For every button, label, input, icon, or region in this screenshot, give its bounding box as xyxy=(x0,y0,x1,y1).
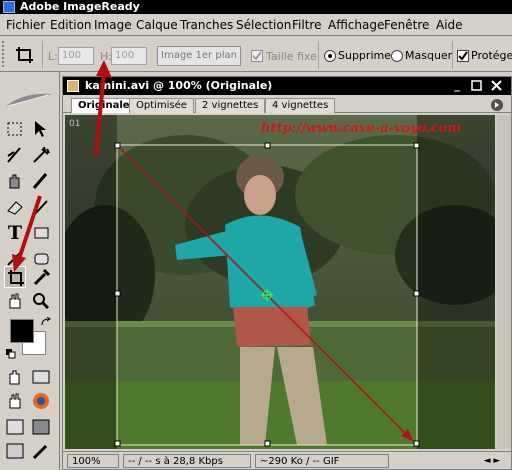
video-frame-image xyxy=(65,115,495,449)
minimize-button[interactable]: _ xyxy=(449,78,465,94)
fixed-size-checkbox[interactable] xyxy=(251,50,263,62)
download-speed-field[interactable]: -- / -- s à 28,8 Kbps xyxy=(123,454,251,468)
menu-filtre[interactable]: Filtre xyxy=(292,18,321,32)
options-grip xyxy=(2,41,6,67)
website-watermark: http://www.cave-a-voyo.com xyxy=(261,121,462,136)
radio-dot xyxy=(328,54,332,58)
tabs-menu-arrow-icon[interactable] xyxy=(491,99,503,111)
marquee-tool-icon[interactable] xyxy=(4,118,26,140)
menu-calque[interactable]: Calque xyxy=(136,18,178,32)
toggle-image-map-icon[interactable] xyxy=(30,366,52,388)
document-title: kamini.avi @ 100% (Originale) xyxy=(85,79,273,92)
zoom-tool-icon[interactable] xyxy=(30,290,52,312)
app-title: Adobe ImageReady xyxy=(20,0,140,13)
feather-logo-icon xyxy=(4,90,54,110)
status-nav-arrows[interactable]: ◄ ► xyxy=(477,454,507,468)
image-map-tool-icon[interactable] xyxy=(4,366,26,388)
delete-radio[interactable] xyxy=(324,50,336,62)
standard-screen-mode-icon[interactable] xyxy=(4,416,26,438)
protect-checkbox[interactable] xyxy=(457,50,469,62)
options-divider xyxy=(318,41,319,69)
tab-4-vignettes[interactable]: 4 vignettes xyxy=(265,98,336,113)
menu-fichier[interactable]: Fichier xyxy=(6,18,45,32)
eyedropper-tool-icon[interactable] xyxy=(30,266,52,288)
tab-optimisee[interactable]: Optimisée xyxy=(129,98,194,113)
menu-edition[interactable]: Edition xyxy=(50,18,92,32)
front-image-button[interactable]: Image 1er plan xyxy=(157,46,241,66)
lasso-tool-icon[interactable] xyxy=(4,144,26,166)
preview-in-browser-icon[interactable] xyxy=(30,390,52,412)
vertical-scrollbar[interactable] xyxy=(497,115,511,449)
tab-2-vignettes[interactable]: 2 vignettes xyxy=(195,98,266,113)
preview-tool-icon[interactable] xyxy=(4,390,26,412)
fixed-size-label: Taille fixe xyxy=(266,50,317,63)
app-title-bar: Adobe ImageReady xyxy=(0,0,512,14)
hand-select-tool-icon[interactable] xyxy=(4,170,26,192)
brush-tool-icon[interactable] xyxy=(30,170,52,192)
close-button[interactable] xyxy=(489,78,505,94)
menu-bar: Fichier Edition Image Calque Tranches Sé… xyxy=(0,14,512,36)
type-tool-icon[interactable]: T xyxy=(4,222,26,244)
crop-tool-icon[interactable] xyxy=(4,266,26,288)
view-tabs: Originale Optimisée 2 vignettes 4 vignet… xyxy=(63,97,511,113)
zoom-level-dropdown[interactable]: 100% xyxy=(67,454,119,468)
magic-wand-tool-icon[interactable] xyxy=(30,144,52,166)
menu-tranches[interactable]: Tranches xyxy=(180,18,233,32)
frame-number-label: 01 xyxy=(69,119,81,129)
menu-selection[interactable]: Sélection xyxy=(236,18,291,32)
foreground-color-swatch[interactable] xyxy=(10,319,34,343)
document-status-bar: 100% -- / -- s à 28,8 Kbps ~290 Ko / -- … xyxy=(63,451,511,469)
tools-palette: T xyxy=(0,72,60,470)
options-divider xyxy=(452,41,453,69)
move-tool-icon[interactable] xyxy=(30,118,52,140)
hide-radio[interactable] xyxy=(391,50,403,62)
maximize-button[interactable] xyxy=(469,78,485,94)
pencil-tool-icon[interactable] xyxy=(30,196,52,218)
document-icon xyxy=(67,80,79,92)
eraser-tool-icon[interactable] xyxy=(4,196,26,218)
menu-fenetre[interactable]: Fenêtre xyxy=(384,18,429,32)
imageready-app-icon xyxy=(3,1,15,13)
menu-aide[interactable]: Aide xyxy=(436,18,463,32)
options-divider xyxy=(42,41,43,69)
width-field[interactable]: 100 xyxy=(58,47,94,65)
hide-label: Masquer xyxy=(405,49,453,62)
jump-to-photoshop-icon[interactable] xyxy=(4,440,26,462)
swap-colors-icon[interactable] xyxy=(40,316,52,326)
tab-originale[interactable]: Originale xyxy=(71,98,137,113)
delete-label: Supprimer xyxy=(338,49,396,62)
document-title-bar[interactable]: kamini.avi @ 100% (Originale) _ xyxy=(63,77,511,95)
height-field[interactable]: 100 xyxy=(111,47,147,65)
width-label: L: xyxy=(48,50,58,63)
protect-label: Protéger xyxy=(471,49,512,62)
crop-tool-preset-icon[interactable] xyxy=(14,45,36,65)
hand-tool-icon[interactable] xyxy=(4,290,26,312)
edit-in-photoshop-icon[interactable] xyxy=(30,440,52,462)
menu-image[interactable]: Image xyxy=(94,18,132,32)
options-bar: L: 100 H: 100 Image 1er plan Taille fixe… xyxy=(0,37,512,72)
document-window: kamini.avi @ 100% (Originale) _ Original… xyxy=(62,76,512,470)
rectangle-tool-icon[interactable] xyxy=(30,222,52,244)
default-colors-icon[interactable] xyxy=(6,348,16,359)
menu-affichage[interactable]: Affichage xyxy=(328,18,384,32)
image-canvas[interactable]: 01 http://www.cave-a-voyo.com xyxy=(65,115,495,449)
file-size-field[interactable]: ~290 Ko / -- GIF xyxy=(255,454,389,468)
toggle-slices-icon[interactable] xyxy=(30,416,52,438)
